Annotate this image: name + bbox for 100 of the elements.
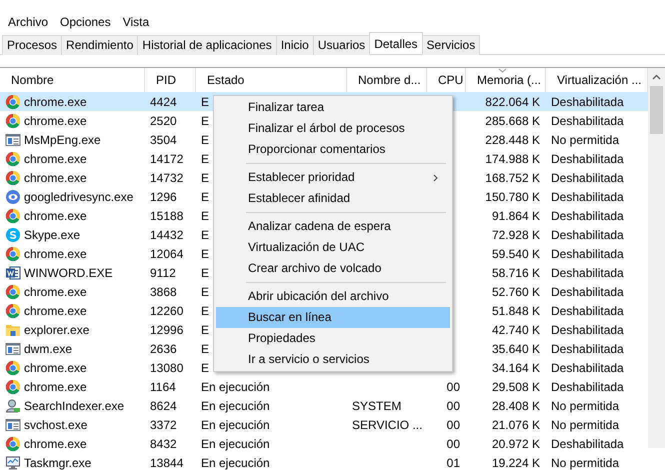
pid-cell: 4424 bbox=[150, 94, 177, 108]
menu-item[interactable]: Propiedades bbox=[216, 328, 450, 349]
status-cell: En ejecución bbox=[201, 418, 270, 432]
scrollbar[interactable] bbox=[648, 68, 665, 448]
process-name: chrome.exe bbox=[24, 246, 87, 262]
pid-cell: 3868 bbox=[150, 284, 177, 298]
name-cell[interactable]: chrome.exe bbox=[0, 244, 145, 262]
name-cell[interactable]: chrome.exe bbox=[0, 92, 145, 110]
name-cell[interactable]: dwm.exe bbox=[0, 340, 145, 358]
virtualization-cell: Deshabilitada bbox=[551, 322, 624, 336]
name-cell[interactable]: chrome.exe bbox=[0, 206, 145, 224]
cpu-cell: 00 bbox=[446, 398, 460, 412]
menu-item[interactable]: Archivo bbox=[7, 13, 54, 31]
process-name: Taskmgr.exe bbox=[24, 454, 92, 470]
menu-item[interactable]: Virtualización de UAC bbox=[216, 237, 450, 258]
status-cell: E bbox=[201, 284, 210, 298]
memory-cell: 168.752 K bbox=[485, 170, 540, 184]
process-name: chrome.exe bbox=[24, 436, 87, 452]
menu-item[interactable]: Opciones bbox=[59, 13, 117, 31]
menu-item[interactable]: Analizar cadena de espera bbox=[216, 216, 450, 237]
pid-cell: 12260 bbox=[150, 304, 184, 318]
tab[interactable]: Inicio bbox=[276, 35, 314, 55]
status-cell: E bbox=[201, 228, 210, 242]
virtualization-cell: Deshabilitada bbox=[551, 360, 624, 374]
process-name: WINWORD.EXE bbox=[24, 264, 113, 282]
menu-item[interactable]: Establecer afinidad bbox=[216, 188, 450, 209]
name-cell[interactable]: chrome.exe bbox=[0, 434, 145, 452]
virtualization-cell: No permitida bbox=[551, 456, 620, 470]
menu-item[interactable]: Ir a servicio o servicios bbox=[216, 349, 450, 370]
status-cell: E bbox=[201, 132, 210, 146]
process-name: googledrivesync.exe bbox=[24, 188, 134, 206]
status-cell: E bbox=[201, 266, 210, 280]
name-cell[interactable]: chrome.exe bbox=[0, 168, 145, 186]
name-cell[interactable]: MsMpEng.exe bbox=[0, 130, 145, 148]
menu-item[interactable]: Abrir ubicación del archivo bbox=[216, 286, 450, 307]
name-cell[interactable]: chrome.exe bbox=[0, 358, 145, 376]
name-cell[interactable]: chrome.exe bbox=[0, 302, 145, 320]
name-cell[interactable]: explorer.exe bbox=[0, 320, 145, 338]
virtualization-cell: Deshabilitada bbox=[551, 208, 624, 222]
menu-item[interactable]: Finalizar el árbol de procesos bbox=[216, 118, 450, 139]
user-cell: SERVICIO ... bbox=[352, 418, 422, 432]
memory-cell: 19.224 K bbox=[492, 456, 540, 470]
scroll-up-icon[interactable] bbox=[652, 74, 661, 80]
status-cell: E bbox=[201, 170, 210, 184]
process-name: chrome.exe bbox=[24, 94, 87, 110]
name-cell[interactable]: WINWORD.EXE bbox=[0, 264, 145, 282]
virtualization-cell: Deshabilitada bbox=[551, 228, 624, 242]
process-name: dwm.exe bbox=[24, 340, 72, 358]
pid-cell: 1164 bbox=[150, 380, 176, 394]
name-cell[interactable]: chrome.exe bbox=[0, 150, 145, 168]
tab[interactable]: Usuarios bbox=[312, 35, 370, 55]
browser-icon bbox=[5, 284, 21, 300]
name-cell[interactable]: SearchIndexer.exe bbox=[0, 396, 145, 414]
memory-cell: 285.668 K bbox=[485, 114, 540, 128]
process-name: chrome.exe bbox=[24, 360, 87, 376]
menu-item[interactable]: Finalizar tarea bbox=[216, 97, 450, 118]
memory-cell: 91.864 K bbox=[492, 208, 540, 222]
menu-item[interactable]: Vista bbox=[122, 13, 156, 31]
virtualization-cell: No permitida bbox=[551, 398, 620, 412]
memory-cell: 20.972 K bbox=[492, 436, 540, 450]
memory-cell: 21.076 K bbox=[492, 418, 540, 432]
pid-cell: 15188 bbox=[150, 208, 184, 222]
virtualization-cell: Deshabilitada bbox=[551, 170, 624, 184]
chat-s-icon bbox=[5, 226, 21, 242]
browser-icon bbox=[5, 208, 21, 224]
pid-cell: 13080 bbox=[150, 360, 184, 374]
menu-item[interactable]: Proporcionar comentarios bbox=[216, 139, 450, 160]
name-cell[interactable]: Taskmgr.exe bbox=[0, 454, 145, 470]
process-name: chrome.exe bbox=[24, 208, 87, 224]
pid-cell: 2520 bbox=[150, 114, 177, 128]
browser-icon bbox=[5, 302, 21, 318]
name-cell[interactable]: svchost.exe bbox=[0, 416, 145, 434]
document-w-icon bbox=[5, 264, 21, 280]
name-cell[interactable]: chrome.exe bbox=[0, 112, 145, 130]
menu-item[interactable]: Crear archivo de volcado bbox=[216, 258, 450, 279]
process-name: MsMpEng.exe bbox=[24, 132, 101, 148]
name-cell[interactable]: googledrivesync.exe bbox=[0, 188, 145, 206]
status-cell: E bbox=[201, 114, 210, 128]
tab[interactable]: Procesos bbox=[2, 35, 62, 55]
name-cell[interactable]: chrome.exe bbox=[0, 378, 145, 396]
status-cell: En ejecución bbox=[201, 456, 270, 470]
pid-cell: 2636 bbox=[150, 342, 177, 356]
menu-item[interactable]: Establecer prioridad bbox=[216, 167, 450, 188]
tab[interactable]: Historial de aplicaciones bbox=[137, 35, 277, 55]
menu-item[interactable]: Buscar en línea bbox=[216, 307, 450, 328]
tab[interactable]: Servicios bbox=[422, 35, 480, 55]
scrollbar-thumb[interactable] bbox=[650, 86, 663, 134]
name-cell[interactable]: chrome.exe bbox=[0, 282, 145, 300]
virtualization-cell: Deshabilitada bbox=[551, 304, 624, 318]
cpu-cell: 01 bbox=[446, 456, 460, 470]
pid-cell: 12996 bbox=[150, 322, 184, 336]
memory-cell: 174.988 K bbox=[485, 152, 540, 166]
virtualization-cell: Deshabilitada bbox=[551, 380, 624, 394]
tab[interactable]: Rendimiento bbox=[61, 35, 138, 55]
process-name: chrome.exe bbox=[24, 112, 87, 130]
application-window-icon bbox=[5, 132, 21, 148]
status-cell: E bbox=[201, 208, 210, 222]
virtualization-cell: No permitida bbox=[551, 418, 620, 432]
tab[interactable]: Detalles bbox=[369, 32, 423, 54]
name-cell[interactable]: Skype.exe bbox=[0, 226, 145, 244]
